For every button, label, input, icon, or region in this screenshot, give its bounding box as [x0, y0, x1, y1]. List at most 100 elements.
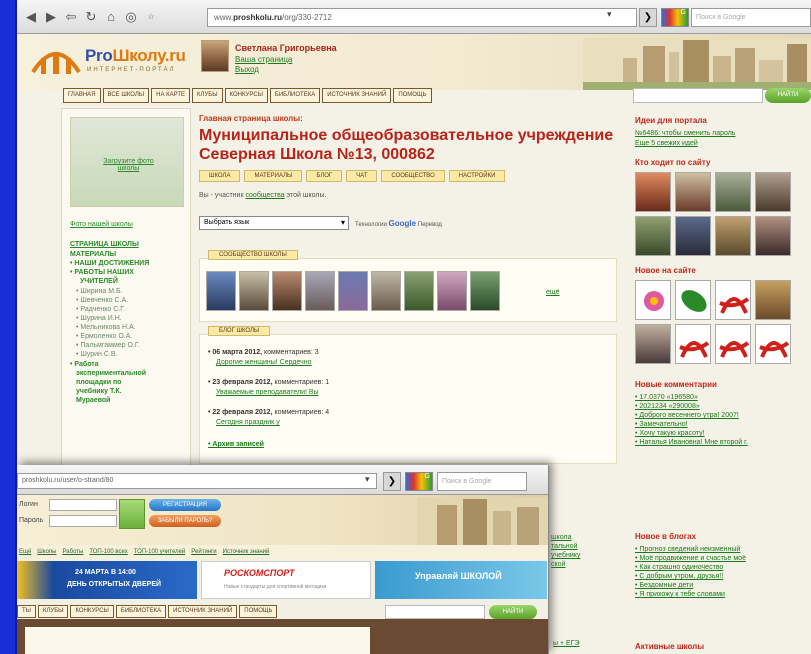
tab-materials[interactable]: МАТЕРИАЛЫ [244, 170, 303, 182]
new-item-thumb[interactable] [755, 280, 791, 320]
blog-post-link[interactable]: • Я прихожу к тебе словами [635, 591, 725, 598]
side-link[interactable]: тальной [551, 543, 577, 550]
new-item-thumb[interactable] [755, 324, 791, 364]
overlay-address-bar[interactable]: proshkolu.ru/user/o-strand/80 [17, 473, 377, 489]
go-icon[interactable]: ❯ [639, 8, 657, 27]
member-avatar[interactable] [437, 271, 467, 311]
more-ideas-link[interactable]: Еще 5 свежих идей [635, 140, 698, 147]
side-link[interactable]: ской [551, 561, 565, 568]
left-nav-item[interactable]: Мураевой [76, 397, 110, 404]
overlay-nav-link[interactable]: ТОП-100 всех [89, 549, 127, 555]
site-search-input[interactable] [633, 88, 763, 103]
left-nav-item[interactable]: • Ширина М.Б. [76, 288, 123, 295]
brand-logo[interactable]: ProШколу.ru [85, 46, 186, 66]
left-nav-item[interactable]: • НАШИ ДОСТИЖЕНИЯ [70, 260, 149, 267]
left-nav-item[interactable]: • Шурин С.В. [76, 351, 117, 358]
password-input[interactable] [49, 515, 117, 527]
new-item-thumb[interactable] [635, 280, 671, 320]
browser-search-input[interactable]: Поиск в Google [691, 8, 811, 27]
overlay-nav-link[interactable]: ТОП-100 учителей [134, 549, 186, 555]
logo-icon[interactable] [31, 42, 81, 78]
open-day-banner[interactable]: 24 МАРТА В 14:00 ДЕНЬ ОТКРЫТЫХ ДВЕРЕЙ [17, 561, 197, 599]
blog-post-link[interactable]: • Как страшно одиночество [635, 564, 723, 571]
overlay-nav-link[interactable]: Рейтинги [191, 549, 216, 555]
blog-post-link[interactable]: • Бездомные дети [635, 582, 693, 589]
overlay-nav-link[interactable]: Работы [63, 549, 84, 555]
comment-link[interactable]: • 2021234 «290008» [635, 403, 700, 410]
logout-link[interactable]: Выход [235, 65, 259, 74]
your-page-link[interactable]: Ваша страница [235, 55, 292, 64]
visitor-avatar[interactable] [755, 172, 791, 212]
menu-item-library[interactable]: БИБЛИОТЕКА [269, 88, 321, 103]
site-search-button[interactable]: НАЙТИ [765, 88, 811, 103]
more-members-link[interactable]: ещё [546, 289, 560, 296]
back-icon[interactable]: ◀ [23, 9, 39, 25]
idea-link[interactable]: №6486: чтобы сменить пароль [635, 130, 735, 137]
overlay-search-field[interactable] [385, 605, 485, 619]
menu-item-contests[interactable]: КОНКУРСЫ [224, 88, 268, 103]
user-name[interactable]: Светлана Григорьевна [235, 43, 337, 53]
left-nav-item[interactable]: МАТЕРИАЛЫ [70, 251, 116, 258]
left-nav-item[interactable]: • Работа [70, 361, 99, 368]
overlay-dropdown-icon[interactable]: ▾ [365, 474, 370, 485]
overlay-menu-item[interactable]: КОНКУРСЫ [70, 605, 114, 618]
comment-link[interactable]: • Доброго весеннего утра! 2007! [635, 412, 739, 419]
comment-link[interactable]: • 17.0370 «196580» [635, 394, 698, 401]
comment-link[interactable]: • Хочу такую красоту! [635, 430, 705, 437]
visitor-avatar[interactable] [715, 172, 751, 212]
left-nav-item[interactable]: • Шурина И.Н. [76, 315, 122, 322]
upload-photo-link[interactable]: Загрузите фото школы [101, 158, 156, 172]
left-nav-item[interactable]: • Радченко С.Г. [76, 306, 125, 313]
home-icon[interactable]: ⌂ [103, 9, 119, 25]
menu-item-knowledge[interactable]: ИСТОЧНИК ЗНАНИЙ [322, 88, 392, 103]
roskomsport-banner[interactable]: РОСКОМСПОРТ Новые стандарты для спортивн… [201, 561, 371, 599]
overlay-menu-item[interactable]: ТЫ [17, 605, 36, 618]
visitor-avatar[interactable] [635, 172, 671, 212]
forward-icon[interactable]: ▶ [43, 9, 59, 25]
history-icon[interactable]: ⇦ [63, 9, 79, 25]
member-avatar[interactable] [272, 271, 302, 311]
member-avatar[interactable] [371, 271, 401, 311]
member-avatar[interactable] [470, 271, 500, 311]
visitor-avatar[interactable] [755, 216, 791, 256]
new-item-thumb[interactable] [715, 280, 751, 320]
visitor-avatar[interactable] [675, 216, 711, 256]
member-avatar[interactable] [239, 271, 269, 311]
left-nav-item[interactable]: • РАБОТЫ НАШИХ [70, 269, 134, 276]
visitor-avatar[interactable] [675, 172, 711, 212]
left-nav-item[interactable]: УЧИТЕЛЕЙ [80, 278, 118, 285]
user-avatar[interactable] [201, 40, 229, 72]
address-bar[interactable]: www.proshkolu.ru/org/330-2712 [207, 8, 637, 27]
blog-post-link[interactable]: • С добрым утром, друзья!! [635, 573, 723, 580]
tab-settings[interactable]: НАСТРОЙКИ [448, 170, 506, 182]
overlay-google-icon[interactable]: G [405, 472, 433, 491]
bookmark-icon[interactable]: ☆ [143, 9, 159, 25]
menu-item-map[interactable]: НА КАРТЕ [151, 88, 191, 103]
school-photo-link[interactable]: Фото нашей школы [70, 221, 133, 228]
blog-entry-link[interactable]: Сегодня праздник у [216, 419, 280, 426]
left-nav-item[interactable]: экспериментальной [76, 370, 146, 377]
menu-item-help[interactable]: ПОМОЩЬ [393, 88, 432, 103]
manage-school-banner[interactable]: Управляй ШКОЛОЙ [375, 561, 547, 599]
menu-item-all-schools[interactable]: ВСЕ ШКОЛЫ [102, 88, 150, 103]
overlay-search-input[interactable]: Поиск в Google [437, 472, 527, 491]
google-icon[interactable]: G [661, 8, 689, 27]
language-select[interactable]: Выбрать язык [199, 216, 349, 230]
side-link[interactable]: школа [551, 534, 571, 541]
overlay-menu-item[interactable]: ПОМОЩЬ [239, 605, 278, 618]
community-link[interactable]: сообщества [245, 192, 284, 199]
tab-school[interactable]: ШКОЛА [199, 170, 241, 182]
tab-chat[interactable]: ЧАТ [346, 170, 378, 182]
visitor-avatar[interactable] [635, 216, 671, 256]
overlay-menu-item[interactable]: БИБЛИОТЕКА [115, 605, 167, 618]
new-item-thumb[interactable] [715, 324, 751, 364]
tab-community[interactable]: СООБЩЕСТВО [381, 170, 445, 182]
login-input[interactable] [49, 499, 117, 511]
overlay-search-button[interactable]: НАЙТИ [489, 605, 537, 619]
overlay-go-icon[interactable]: ❯ [383, 472, 401, 491]
left-nav-item[interactable]: СТРАНИЦА ШКОЛЫ [70, 241, 139, 248]
menu-item-home[interactable]: ГЛАВНАЯ [63, 88, 101, 103]
overlay-nav-link[interactable]: Школы [37, 549, 56, 555]
comment-link[interactable]: • Замечательно! [635, 421, 688, 428]
member-avatar[interactable] [338, 271, 368, 311]
